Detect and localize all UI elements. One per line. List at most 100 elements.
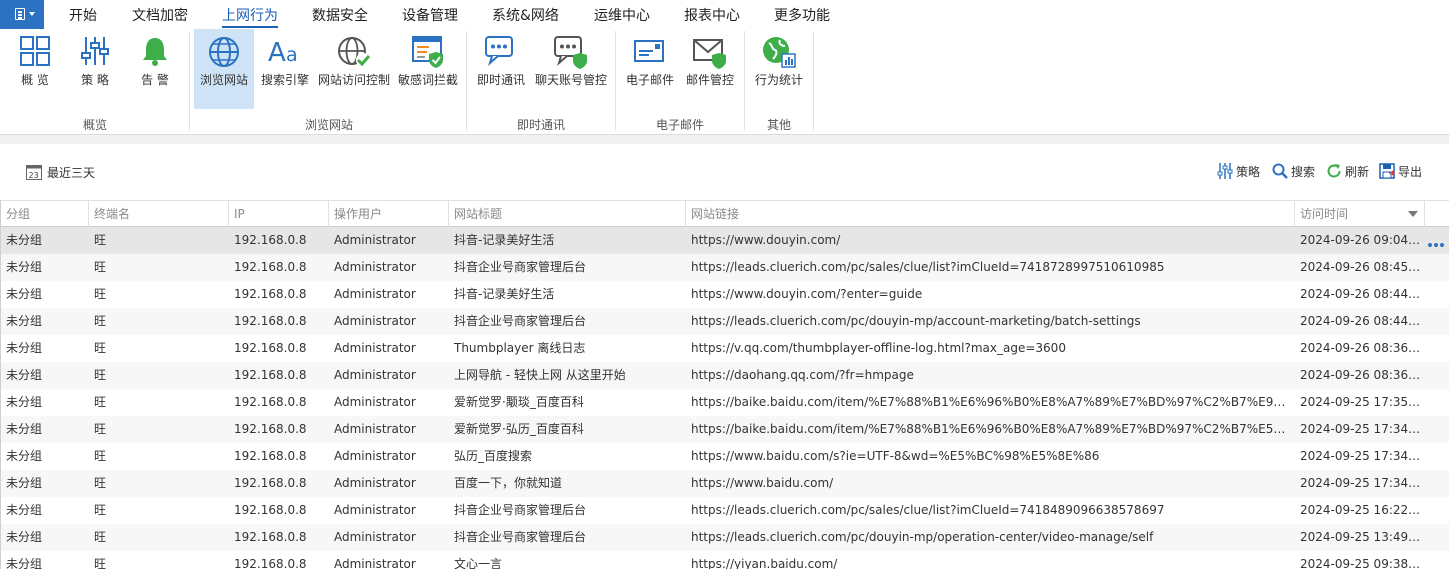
ribbon: 概 览 策 略 告 警 浏览网站 A a 搜索引擎 网站访问控制 敏感词拦截 即… <box>0 29 1449 135</box>
export-button[interactable]: 导出 <box>1379 162 1422 180</box>
menu-item-data-security[interactable]: 数据安全 <box>312 5 368 25</box>
svg-text:a: a <box>286 44 298 66</box>
globe-icon <box>209 37 239 67</box>
menu-item-device-management[interactable]: 设备管理 <box>402 5 458 25</box>
chevron-down-icon <box>29 12 35 16</box>
column-header-site-title[interactable]: 网站标题 <box>449 201 686 227</box>
search-button[interactable]: 搜索 <box>1272 162 1315 180</box>
table-row[interactable]: 未分组 旺 192.168.0.8 Administrator 抖音企业号商家管理后台 h… <box>1 308 1449 335</box>
ribbon-behavior-stats-button[interactable]: 行为统计 <box>750 29 808 109</box>
menu-item-ops-center[interactable]: 运维中心 <box>594 5 650 25</box>
cell-site-title: 文心一言 <box>454 557 503 569</box>
cell-ip: 192.168.0.8 <box>234 368 307 382</box>
date-range-filter[interactable]: 23 最近三天 <box>26 164 95 180</box>
column-header-site-url[interactable]: 网站链接 <box>686 201 1295 227</box>
globe-check-icon <box>338 37 371 67</box>
cell-ip: 192.168.0.8 <box>234 422 307 436</box>
cell-user: Administrator <box>334 260 416 274</box>
cell-user: Administrator <box>334 341 416 355</box>
table-row[interactable]: 未分组 旺 192.168.0.8 Administrator 百度一下，你就知道 htt… <box>1 470 1449 497</box>
menu-item-doc-encryption[interactable]: 文档加密 <box>132 5 188 25</box>
cell-site-url: https://www.douyin.com/?enter=guide <box>691 287 923 301</box>
column-header-group[interactable]: 分组 <box>1 201 89 227</box>
cell-group: 未分组 <box>6 233 43 247</box>
table-row[interactable]: 未分组 旺 192.168.0.8 Administrator 爱新觉罗·颙琰_百度百科… <box>1 389 1449 416</box>
cell-visit-time: 2024-09-26 08:36:54 <box>1300 341 1424 355</box>
ribbon-email-control-button[interactable]: 邮件管控 <box>682 29 738 109</box>
sort-desc-icon[interactable] <box>1408 211 1418 217</box>
cell-site-title: 抖音-记录美好生活 <box>454 287 555 301</box>
ribbon-search-engine-label: 搜索引擎 <box>260 73 309 87</box>
cell-site-title: 抖音-记录美好生活 <box>454 233 555 247</box>
column-header-user[interactable]: 操作用户 <box>329 201 449 227</box>
app-menu-button[interactable] <box>0 0 44 29</box>
cell-site-title: 抖音企业号商家管理后台 <box>454 503 587 517</box>
cell-user: Administrator <box>334 287 416 301</box>
table-row[interactable]: 未分组 旺 192.168.0.8 Administrator Thumbplayer … <box>1 335 1449 362</box>
cell-group: 未分组 <box>6 557 43 569</box>
cell-group: 未分组 <box>6 368 43 382</box>
ribbon-site-access-control-button[interactable]: 网站访问控制 <box>316 29 392 109</box>
table-header: 分组 终端名 IP 操作用户 网站标题 网站链接 访问时间 <box>1 200 1449 227</box>
menu-item-start[interactable]: 开始 <box>69 5 97 25</box>
ribbon-overview-button[interactable]: 概 览 <box>10 29 60 109</box>
table-row[interactable]: 未分组 旺 192.168.0.8 Administrator 抖音-记录美好生活 htt… <box>1 227 1449 254</box>
menu-item-report-center[interactable]: 报表中心 <box>684 5 740 25</box>
access-log-table: 分组 终端名 IP 操作用户 网站标题 网站链接 访问时间 未分组旺 192.16… <box>0 200 1449 569</box>
menu-item-internet-behavior[interactable]: 上网行为 <box>222 5 278 28</box>
svg-text:23: 23 <box>29 171 39 180</box>
table-row[interactable]: 未分组 旺 192.168.0.8 Administrator 爱新觉罗·弘历_百度百科… <box>1 416 1449 443</box>
row-more-icon[interactable] <box>1428 236 1446 247</box>
table-row[interactable]: 未分组 旺 192.168.0.8 Administrator 弘历_百度搜索 https… <box>1 443 1449 470</box>
cell-group: 未分组 <box>6 314 43 328</box>
ribbon-instant-messaging-button[interactable]: 即时通讯 <box>474 29 528 109</box>
policy-button[interactable]: 策略 <box>1217 162 1260 180</box>
ribbon-alert-button[interactable]: 告 警 <box>130 29 180 109</box>
cell-group: 未分组 <box>6 287 43 301</box>
cell-group: 未分组 <box>6 476 43 490</box>
ribbon-overview-label: 概 览 <box>21 73 49 87</box>
ribbon-email-button[interactable]: 电子邮件 <box>622 29 678 109</box>
ribbon-chat-account-control-button[interactable]: 聊天账号管控 <box>532 29 610 109</box>
cell-terminal: 旺 <box>94 476 107 490</box>
refresh-button[interactable]: 刷新 <box>1326 162 1369 180</box>
cell-site-url: https://daohang.qq.com/?fr=hmpage <box>691 368 914 382</box>
cell-user: Administrator <box>334 233 416 247</box>
policy-button-label: 策略 <box>1236 164 1261 179</box>
cell-user: Administrator <box>334 503 416 517</box>
cell-group: 未分组 <box>6 530 43 544</box>
svg-text:A: A <box>268 38 286 67</box>
table-row[interactable]: 未分组 旺 192.168.0.8 Administrator 抖音企业号商家管理后台 h… <box>1 524 1449 551</box>
font-aa-icon: A a <box>268 38 298 67</box>
cell-ip: 192.168.0.8 <box>234 395 307 409</box>
export-button-label: 导出 <box>1398 164 1423 179</box>
menu-bar: 开始 文档加密 上网行为 数据安全 设备管理 系统&网络 运维中心 报表中心 更… <box>0 0 1449 29</box>
ribbon-search-engine-button[interactable]: A a 搜索引擎 <box>256 29 314 109</box>
email-shield-icon <box>693 39 726 69</box>
ribbon-sensitive-word-button[interactable]: 敏感词拦截 <box>394 29 462 109</box>
table-row[interactable]: 未分组 旺 192.168.0.8 Administrator 文心一言 https://… <box>1 551 1449 569</box>
cell-visit-time: 2024-09-25 17:34:10 <box>1300 449 1424 463</box>
cell-user: Administrator <box>334 557 416 569</box>
cell-ip: 192.168.0.8 <box>234 260 307 274</box>
group-label-email: 电子邮件 <box>655 118 704 132</box>
table-row[interactable]: 未分组 旺 192.168.0.8 Administrator 抖音-记录美好生活 htt… <box>1 281 1449 308</box>
cell-site-url: https://www.baidu.com/ <box>691 476 834 490</box>
column-header-terminal[interactable]: 终端名 <box>89 201 229 227</box>
cell-site-title: 爱新觉罗·颙琰_百度百科 <box>454 395 584 409</box>
cell-user: Administrator <box>334 476 416 490</box>
column-header-ip[interactable]: IP <box>229 201 329 227</box>
cell-visit-time: 2024-09-26 08:36:52 <box>1300 368 1424 382</box>
ribbon-chat-account-control-label: 聊天账号管控 <box>534 73 607 87</box>
table-row[interactable]: 未分组 旺 192.168.0.8 Administrator 抖音企业号商家管理后台 h… <box>1 254 1449 281</box>
table-row[interactable]: 未分组 旺 192.168.0.8 Administrator 上网导航 - 轻快上网 … <box>1 362 1449 389</box>
ribbon-browse-website-button[interactable]: 浏览网站 <box>194 29 254 109</box>
date-range-label: 最近三天 <box>47 165 96 180</box>
overview-grid-icon <box>20 36 50 66</box>
ribbon-policy-button[interactable]: 策 略 <box>70 29 120 109</box>
menu-item-more[interactable]: 更多功能 <box>774 5 830 25</box>
column-header-visit-time[interactable]: 访问时间 <box>1295 201 1425 227</box>
menu-item-system-network[interactable]: 系统&网络 <box>492 5 559 25</box>
cell-site-title: 抖音企业号商家管理后台 <box>454 530 587 544</box>
table-row[interactable]: 未分组 旺 192.168.0.8 Administrator 抖音企业号商家管理后台 h… <box>1 497 1449 524</box>
